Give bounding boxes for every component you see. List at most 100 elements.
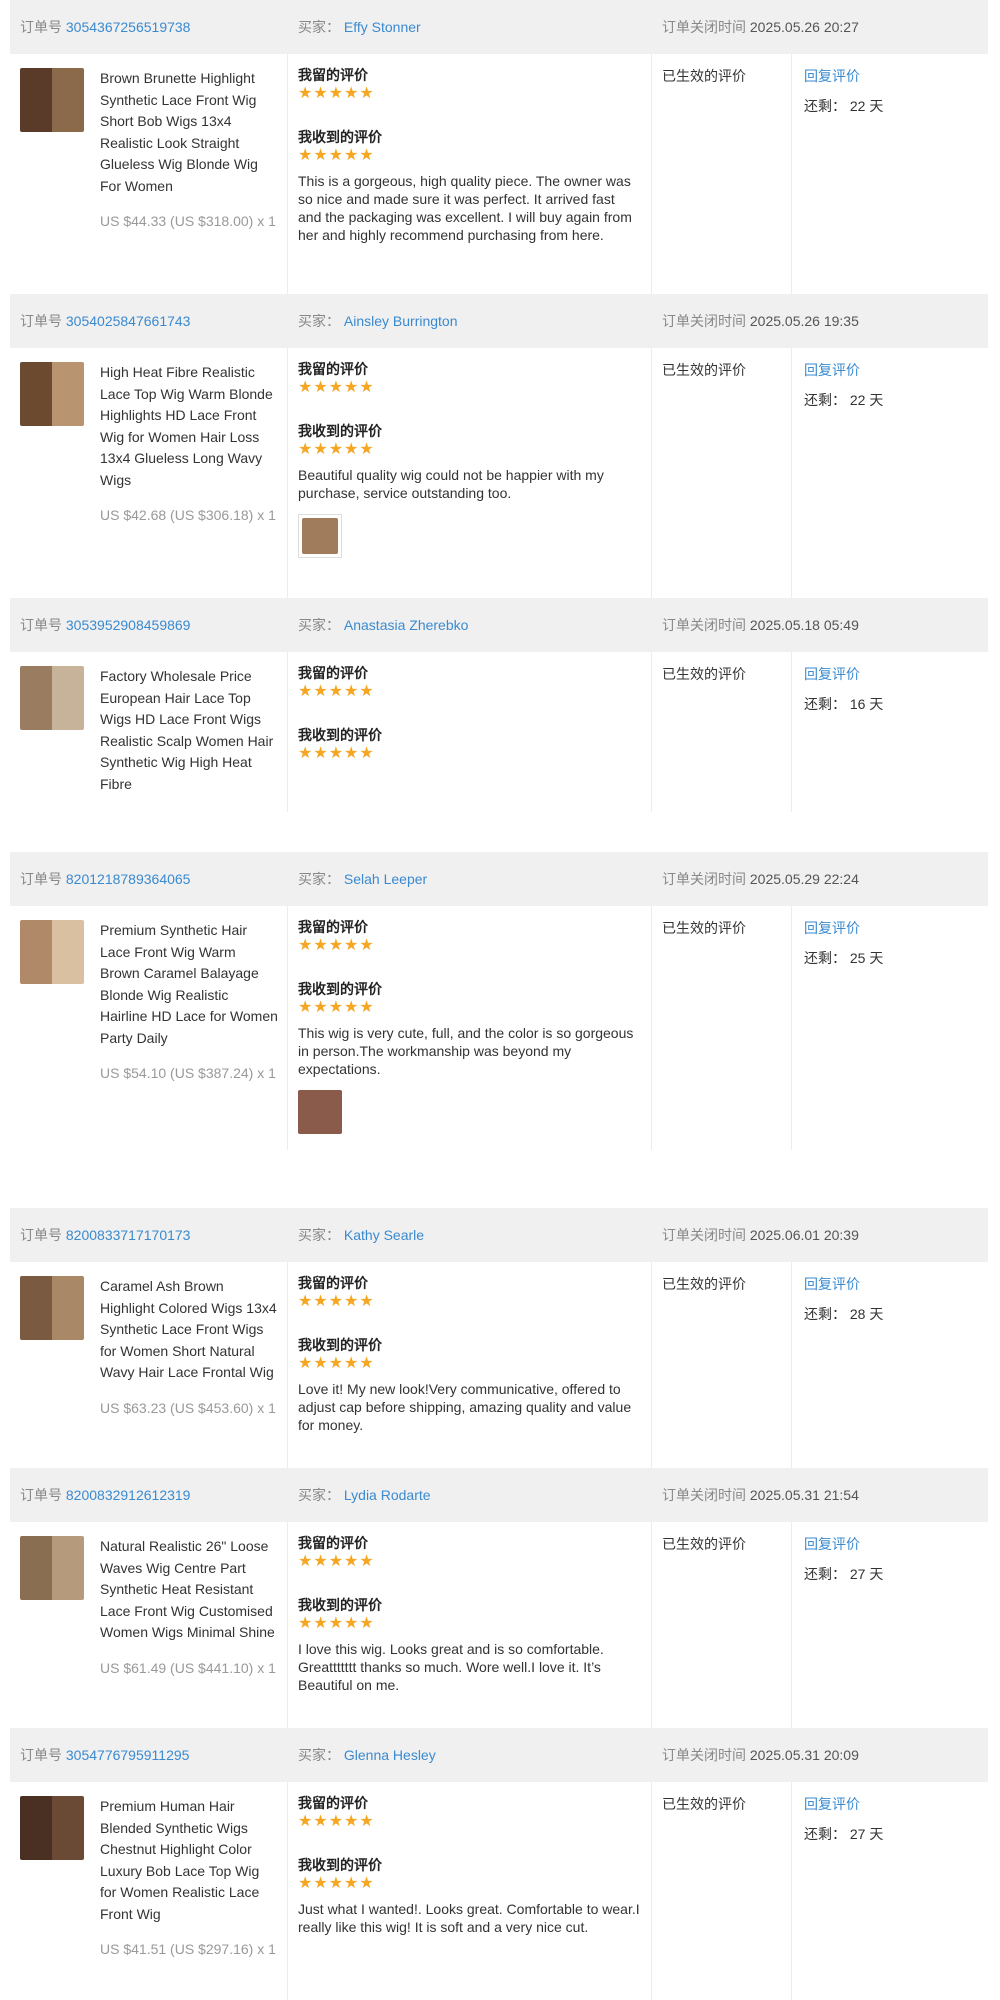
order-header: 订单号 8201218789364065 买家： Selah Leeper 订单… (10, 852, 988, 906)
reply-review-link[interactable]: 回复评价 (804, 360, 978, 380)
order-header: 订单号 3054776795911295 买家： Glenna Hesley 订… (10, 1728, 988, 1782)
review-status: 已生效的评价 (662, 1276, 746, 1292)
review-status: 已生效的评价 (662, 1536, 746, 1552)
review-status: 已生效的评价 (662, 666, 746, 682)
received-review-stars: ★★★★★ (298, 1875, 375, 1892)
product-title[interactable]: High Heat Fibre Realistic Lace Top Wig W… (100, 362, 279, 491)
my-review-label: 我留的评价 (298, 665, 368, 681)
received-review-stars: ★★★★★ (298, 147, 375, 164)
remaining-label: 还剩： (804, 696, 846, 712)
order-no-link[interactable]: 8200833717170173 (66, 1227, 191, 1243)
buyer-link[interactable]: Selah Leeper (344, 871, 427, 887)
order-card: 订单号 3054025847661743 买家： Ainsley Burring… (10, 294, 988, 598)
order-no-label: 订单号 (20, 1227, 62, 1243)
reply-review-link[interactable]: 回复评价 (804, 918, 978, 938)
product-title[interactable]: Factory Wholesale Price European Hair La… (100, 666, 279, 795)
received-review-stars: ★★★★★ (298, 745, 375, 762)
close-time: 2025.05.18 05:49 (749, 617, 859, 633)
remaining-days: 27 天 (849, 1826, 884, 1842)
review-text: This wig is very cute, full, and the col… (298, 1025, 634, 1077)
my-review-stars: ★★★★★ (298, 1813, 375, 1830)
close-time-label: 订单关闭时间 (662, 1227, 746, 1243)
review-text: Beautiful quality wig could not be happi… (298, 467, 604, 501)
order-no-link[interactable]: 8201218789364065 (66, 871, 191, 887)
received-review-stars: ★★★★★ (298, 441, 375, 458)
order-card: 订单号 8200833717170173 买家： Kathy Searle 订单… (10, 1208, 988, 1468)
reply-review-link[interactable]: 回复评价 (804, 1274, 978, 1294)
product-thumbnail[interactable] (20, 1276, 84, 1340)
product-title[interactable]: Premium Synthetic Hair Lace Front Wig Wa… (100, 920, 279, 1049)
reply-review-link[interactable]: 回复评价 (804, 1534, 978, 1554)
reply-review-link[interactable]: 回复评价 (804, 66, 978, 86)
order-no-link[interactable]: 3054025847661743 (66, 313, 191, 329)
order-no-link[interactable]: 3054367256519738 (66, 19, 191, 35)
product-thumbnail[interactable] (20, 666, 84, 730)
product-title[interactable]: Caramel Ash Brown Highlight Colored Wigs… (100, 1276, 279, 1384)
review-text: This is a gorgeous, high quality piece. … (298, 173, 632, 243)
review-photo[interactable] (298, 514, 342, 558)
order-no-link[interactable]: 8200832912612319 (66, 1487, 191, 1503)
received-review-label: 我收到的评价 (298, 981, 382, 997)
product-thumbnail[interactable] (20, 362, 84, 426)
product-thumbnail[interactable] (20, 1796, 84, 1860)
reply-review-link[interactable]: 回复评价 (804, 1794, 978, 1814)
product-title[interactable]: Brown Brunette Highlight Synthetic Lace … (100, 68, 279, 197)
product-title[interactable]: Premium Human Hair Blended Synthetic Wig… (100, 1796, 279, 1925)
review-status: 已生效的评价 (662, 362, 746, 378)
order-no-label: 订单号 (20, 1487, 62, 1503)
order-no-label: 订单号 (20, 313, 62, 329)
product-price: US $42.68 (US $306.18) x 1 (100, 507, 276, 523)
order-header: 订单号 8200833717170173 买家： Kathy Searle 订单… (10, 1208, 988, 1262)
order-no-link[interactable]: 3053952908459869 (66, 617, 191, 633)
buyer-label: 买家： (298, 871, 340, 887)
close-time-label: 订单关闭时间 (662, 313, 746, 329)
my-review-stars: ★★★★★ (298, 1293, 375, 1310)
order-card: 订单号 3054367256519738 买家： Effy Stonner 订单… (10, 0, 988, 294)
my-review-stars: ★★★★★ (298, 85, 375, 102)
received-review-stars: ★★★★★ (298, 999, 375, 1016)
order-card: 订单号 3054776795911295 买家： Glenna Hesley 订… (10, 1728, 988, 2000)
my-review-label: 我留的评价 (298, 1795, 368, 1811)
buyer-link[interactable]: Effy Stonner (344, 19, 421, 35)
close-time: 2025.05.26 19:35 (749, 313, 859, 329)
received-review-label: 我收到的评价 (298, 1597, 382, 1613)
product-price: US $61.49 (US $441.10) x 1 (100, 1659, 276, 1676)
order-header: 订单号 8200832912612319 买家： Lydia Rodarte 订… (10, 1468, 988, 1522)
close-time-label: 订单关闭时间 (662, 1487, 746, 1503)
buyer-label: 买家： (298, 1487, 340, 1503)
close-time: 2025.05.26 20:27 (749, 19, 859, 35)
order-no-label: 订单号 (20, 1747, 62, 1763)
remaining-days: 27 天 (849, 1566, 884, 1582)
close-time: 2025.05.31 21:54 (749, 1487, 859, 1503)
buyer-label: 买家： (298, 617, 340, 633)
order-no-link[interactable]: 3054776795911295 (66, 1747, 190, 1763)
remaining-days: 16 天 (849, 696, 884, 712)
buyer-link[interactable]: Kathy Searle (344, 1227, 424, 1243)
buyer-link[interactable]: Anastasia Zherebko (344, 617, 469, 633)
received-review-stars: ★★★★★ (298, 1615, 375, 1632)
my-review-stars: ★★★★★ (298, 1553, 375, 1570)
buyer-link[interactable]: Ainsley Burrington (344, 313, 458, 329)
reply-review-link[interactable]: 回复评价 (804, 664, 978, 684)
remaining-days: 25 天 (849, 950, 884, 966)
remaining-label: 还剩： (804, 98, 846, 114)
product-thumbnail[interactable] (20, 920, 84, 984)
my-review-label: 我留的评价 (298, 919, 368, 935)
review-status: 已生效的评价 (662, 1796, 746, 1812)
close-time-label: 订单关闭时间 (662, 1747, 746, 1763)
review-photo[interactable] (298, 1090, 342, 1134)
product-title[interactable]: Natural Realistic 26" Loose Waves Wig Ce… (100, 1536, 279, 1644)
buyer-link[interactable]: Glenna Hesley (344, 1747, 436, 1763)
buyer-label: 买家： (298, 313, 340, 329)
my-review-label: 我留的评价 (298, 1535, 368, 1551)
product-price: US $54.10 (US $387.24) x 1 (100, 1065, 276, 1081)
remaining-days: 22 天 (849, 392, 884, 408)
buyer-link[interactable]: Lydia Rodarte (344, 1487, 431, 1503)
my-review-stars: ★★★★★ (298, 379, 375, 396)
product-thumbnail[interactable] (20, 68, 84, 132)
order-no-label: 订单号 (20, 19, 62, 35)
product-thumbnail[interactable] (20, 1536, 84, 1600)
review-status: 已生效的评价 (662, 920, 746, 936)
order-card: 订单号 8200832912612319 买家： Lydia Rodarte 订… (10, 1468, 988, 1728)
order-header: 订单号 3054025847661743 买家： Ainsley Burring… (10, 294, 988, 348)
